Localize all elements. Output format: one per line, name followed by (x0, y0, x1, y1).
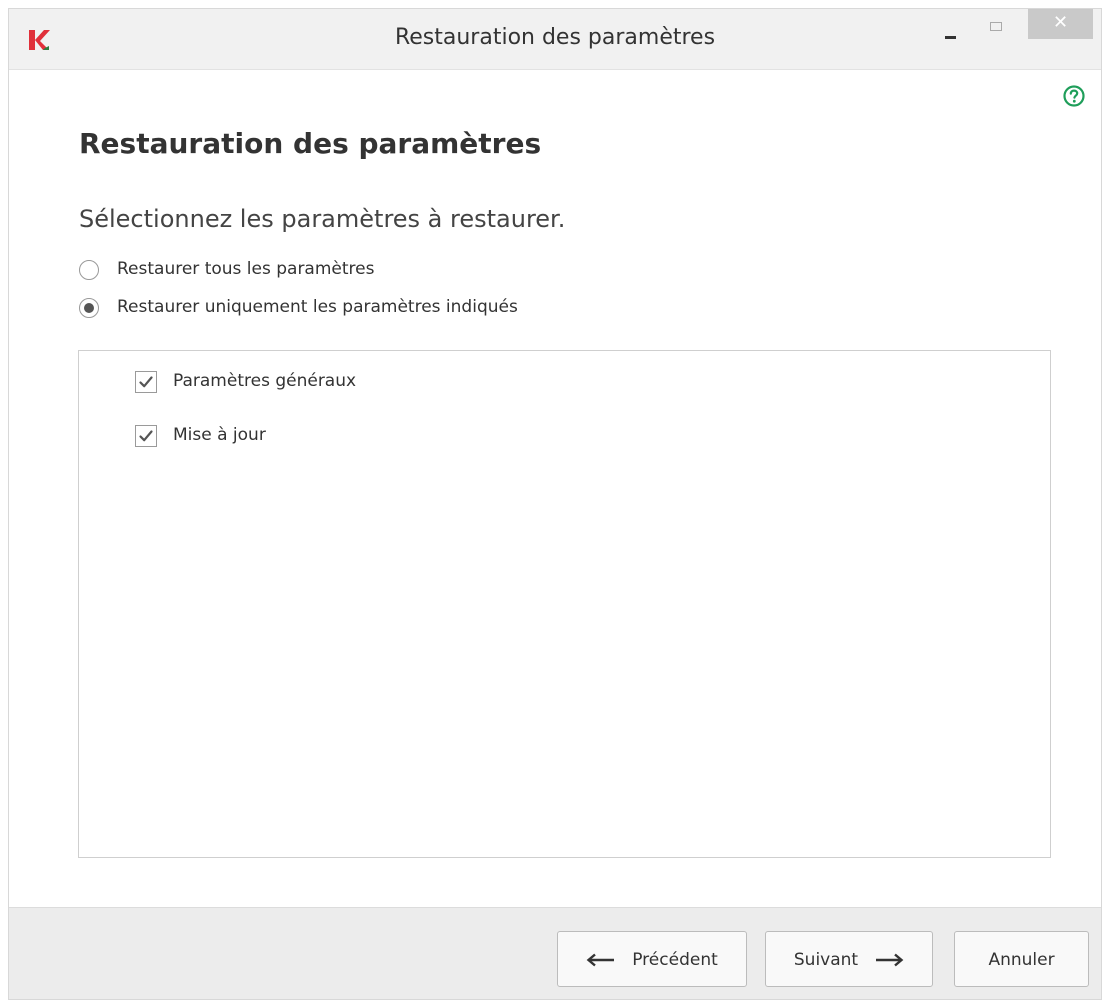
minimize-button[interactable] (932, 9, 968, 39)
radio-button-selected[interactable] (79, 298, 99, 318)
footer-bar: Précédent Suivant Annuler (9, 907, 1101, 999)
radio-label: Restaurer uniquement les paramètres indi… (117, 297, 518, 317)
settings-list[interactable]: Paramètres généraux Mise à jour (78, 350, 1051, 858)
update-checkbox[interactable] (135, 425, 157, 447)
help-icon[interactable] (1063, 85, 1085, 107)
previous-button[interactable]: Précédent (557, 931, 747, 987)
page-title: Restauration des paramètres (79, 127, 542, 160)
instruction-text: Sélectionnez les paramètres à restaurer. (79, 205, 566, 233)
maximize-button[interactable] (979, 9, 1015, 39)
checkmark-icon (139, 430, 153, 442)
checkmark-icon (139, 376, 153, 388)
restore-settings-window: Restauration des paramètres ✕ Restaurati… (8, 8, 1102, 1000)
close-button[interactable]: ✕ (1028, 9, 1093, 39)
general-settings-checkbox[interactable] (135, 371, 157, 393)
previous-label: Précédent (632, 950, 718, 970)
radio-label: Restaurer tous les paramètres (117, 259, 375, 279)
next-label: Suivant (793, 950, 859, 970)
title-bar[interactable]: Restauration des paramètres ✕ (9, 9, 1101, 70)
radio-button[interactable] (79, 260, 99, 280)
arrow-left-icon (586, 953, 615, 967)
checkbox-label: Paramètres généraux (173, 371, 357, 391)
close-icon: ✕ (1052, 12, 1069, 33)
cancel-button[interactable]: Annuler (954, 931, 1089, 987)
arrow-right-icon (876, 953, 904, 967)
checkbox-label: Mise à jour (173, 425, 266, 445)
next-button[interactable]: Suivant (765, 931, 933, 987)
